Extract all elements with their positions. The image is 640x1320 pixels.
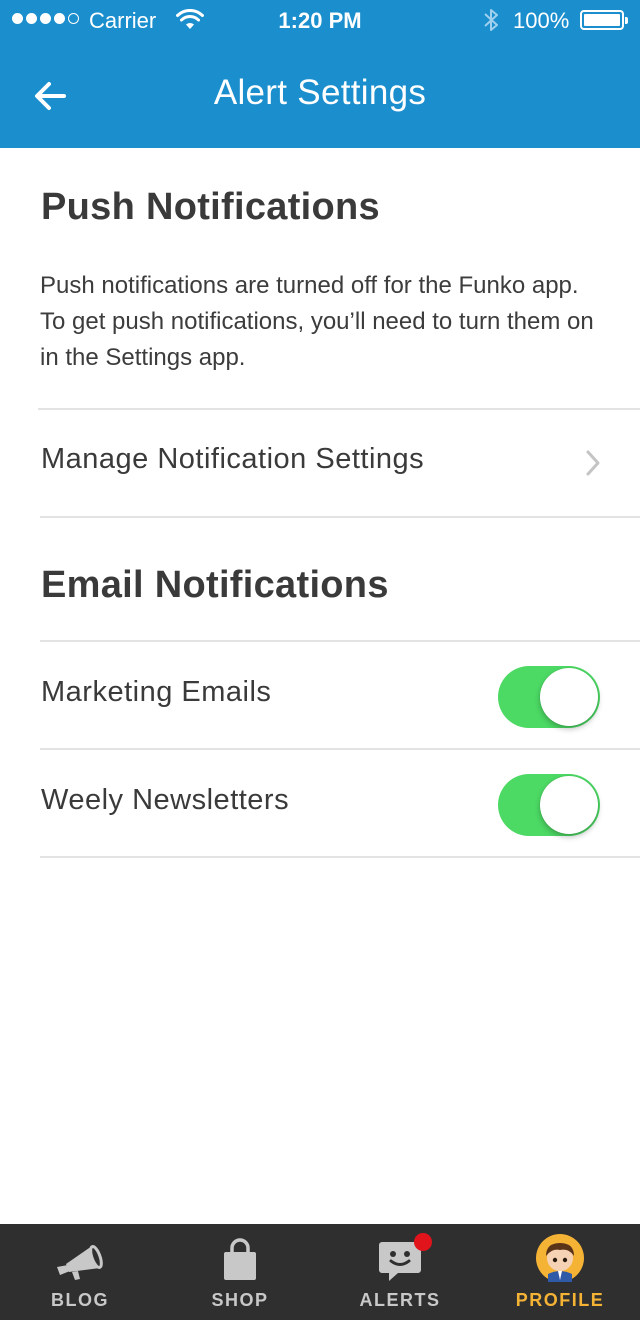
megaphone-icon xyxy=(57,1245,103,1280)
divider xyxy=(40,856,640,858)
email-notifications-heading: Email Notifications xyxy=(41,564,389,606)
push-notifications-description: Push notifications are turned off for th… xyxy=(40,272,594,371)
tab-profile[interactable]: PROFILE xyxy=(480,1224,640,1320)
manage-notification-settings-row[interactable]: Manage Notification Settings xyxy=(0,410,640,516)
status-bar: Carrier 1:20 PM 100% xyxy=(0,0,640,40)
tab-bar: BLOG SHOP ALERTS PROFILE xyxy=(0,1224,640,1320)
chevron-right-icon xyxy=(586,450,600,476)
tab-shop[interactable]: SHOP xyxy=(160,1224,320,1320)
weekly-newsletters-toggle[interactable] xyxy=(498,774,600,836)
avatar-icon xyxy=(536,1234,584,1282)
page-title: Alert Settings xyxy=(213,73,427,112)
alerts-notification-badge xyxy=(414,1233,432,1251)
weekly-newsletters-label: Weely Newsletters xyxy=(41,784,290,816)
tab-profile-label: PROFILE xyxy=(515,1290,605,1310)
shopping-bag-icon xyxy=(224,1238,256,1280)
tab-alerts[interactable]: ALERTS xyxy=(320,1224,480,1320)
tab-shop-label: SHOP xyxy=(211,1290,269,1310)
push-notifications-heading: Push Notifications xyxy=(41,186,380,228)
marketing-emails-toggle[interactable] xyxy=(498,666,600,728)
divider xyxy=(40,516,640,518)
weekly-newsletters-row: Weely Newsletters xyxy=(0,750,640,856)
bluetooth-icon xyxy=(484,9,498,31)
manage-notification-settings-label: Manage Notification Settings xyxy=(41,443,425,475)
tab-alerts-label: ALERTS xyxy=(359,1290,441,1310)
tab-blog[interactable]: BLOG xyxy=(0,1224,160,1320)
marketing-emails-row: Marketing Emails xyxy=(0,642,640,748)
marketing-emails-label: Marketing Emails xyxy=(41,676,272,708)
toggle-knob xyxy=(540,776,598,834)
toggle-knob xyxy=(540,668,598,726)
header: Carrier 1:20 PM 100% Alert Settings xyxy=(0,0,640,148)
battery-icon xyxy=(580,10,628,30)
tab-blog-label: BLOG xyxy=(51,1290,109,1310)
battery-percent: 100% xyxy=(513,8,570,33)
